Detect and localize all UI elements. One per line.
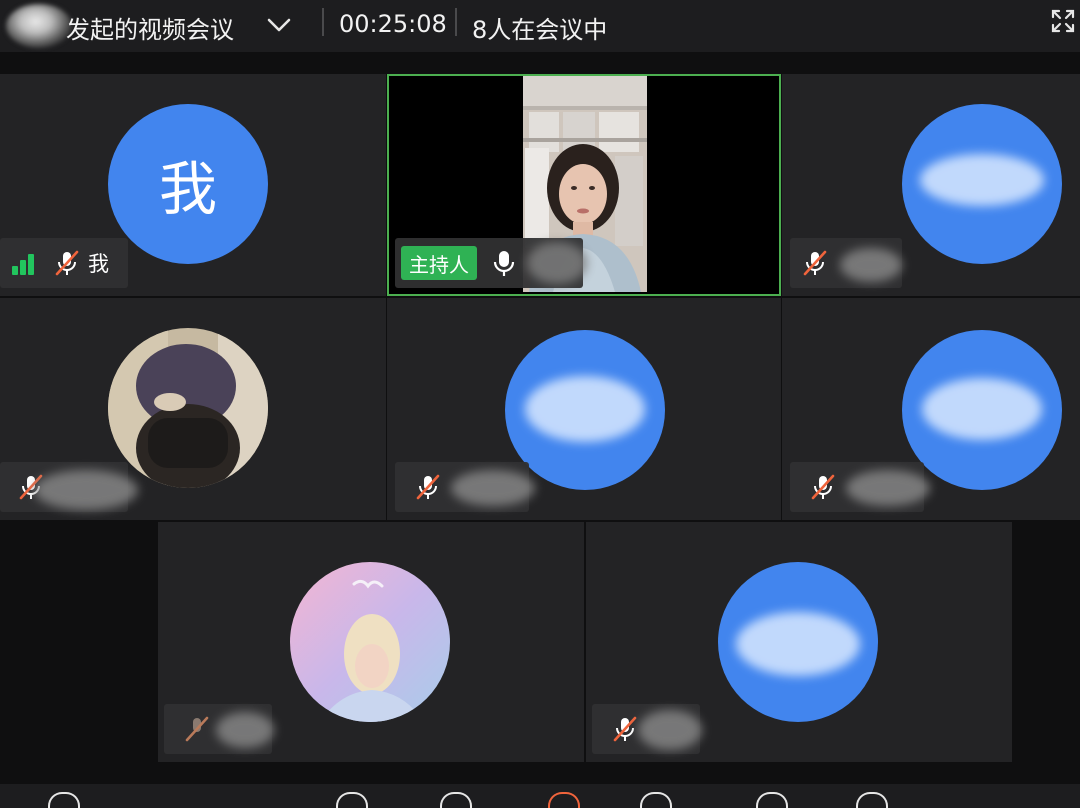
participant-tile[interactable] [387,298,781,520]
signal-strength-icon [12,251,42,275]
chevron-down-icon[interactable] [264,12,294,38]
name-tag: 我 [0,238,128,288]
mic-on-icon[interactable] [489,248,519,278]
participant-tile[interactable] [158,522,584,762]
host-name-tag: 主持人 [395,238,587,288]
divider [455,8,457,36]
participant-name: 我 [88,252,109,276]
blurred-name [527,242,587,284]
toolbar-mic-icon[interactable] [48,792,80,808]
blurred-host-name [6,4,72,48]
meeting-title[interactable]: 发起的视频会议 [66,10,234,45]
blurred-name [216,712,274,748]
mic-muted-icon[interactable] [182,714,212,744]
blurred-avatar-text [920,154,1044,206]
avatar [718,562,878,722]
avatar: 我 [108,104,268,264]
name-tag [164,704,274,754]
blurred-avatar-text [525,376,645,442]
blurred-name [846,470,930,506]
blurred-name [34,470,138,510]
blurred-name [451,470,535,506]
mic-muted-icon[interactable] [413,472,443,502]
blurred-name [840,248,902,282]
blurred-name [638,710,702,750]
toolbar-video-icon[interactable] [336,792,368,808]
host-badge: 主持人 [401,246,477,280]
avatar-initial: 我 [158,155,217,223]
toolbar-settings-icon[interactable] [856,792,888,808]
name-tag [790,462,930,512]
toolbar-record-icon[interactable] [548,792,580,808]
name-tag [395,462,535,512]
mic-muted-icon[interactable] [610,714,640,744]
mic-muted-icon[interactable] [808,472,838,502]
participant-tile-self[interactable]: 我 我 [0,74,386,296]
meeting-timer: 00:25:08 [339,10,447,38]
toolbar-members-icon[interactable] [640,792,672,808]
toolbar-share-icon[interactable] [440,792,472,808]
blurred-avatar-text [736,612,860,676]
avatar [290,562,450,722]
avatar [505,330,665,490]
name-tag [790,238,902,288]
avatar [108,328,268,488]
divider [322,8,324,36]
avatar [902,104,1062,264]
participant-tile[interactable] [586,522,1012,762]
name-tag [0,462,138,512]
participant-tile[interactable] [782,298,1080,520]
mic-muted-icon[interactable] [800,248,830,278]
fullscreen-icon[interactable] [1050,8,1076,34]
blurred-avatar-text [922,378,1042,440]
participant-tile[interactable] [0,298,386,520]
participant-tile[interactable] [782,74,1080,296]
avatar [902,330,1062,490]
meeting-toolbar [0,784,1080,808]
name-tag [592,704,702,754]
participant-count[interactable]: 8人在会议中 [472,10,607,45]
mic-muted-icon[interactable] [52,248,82,278]
toolbar-more-icon[interactable] [756,792,788,808]
meeting-top-bar: 发起的视频会议 00:25:08 8人在会议中 [0,0,1080,52]
